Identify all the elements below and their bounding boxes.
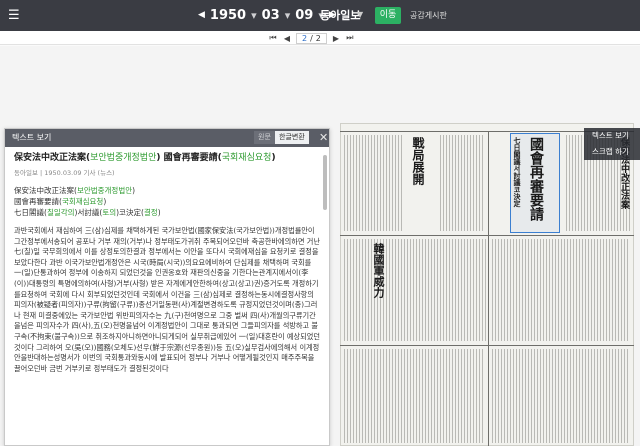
prev-date-icon[interactable]: ◀ bbox=[198, 6, 205, 24]
sub-part: 七日閣議( bbox=[14, 208, 47, 217]
article-subheadings: 保安法中改正法案(보안법중개정법안) 國會再審要請(국회재심요청) 七日閣議(칠… bbox=[14, 185, 320, 218]
newspaper-select[interactable]: 동아일보 bbox=[320, 7, 360, 23]
month-select[interactable]: 03 bbox=[262, 8, 280, 23]
sub-part: ) bbox=[103, 197, 107, 206]
menu-item-scrap[interactable]: 스크랩 하기 bbox=[584, 144, 640, 160]
sub-part: 토의 bbox=[102, 208, 117, 217]
year-select[interactable]: 1950 bbox=[210, 8, 246, 23]
total-pages: 2 bbox=[315, 33, 321, 43]
panel-body[interactable]: 保安法中改正法案(보안법중개정법안) 國會再審要請(국회재심요청) 동아일보 |… bbox=[5, 148, 329, 445]
scan-rule bbox=[488, 131, 489, 446]
headline-part: 보안법중개정법안 bbox=[90, 153, 157, 163]
headline-part: 保安法中改正法案( bbox=[14, 153, 91, 163]
scan-text-column bbox=[344, 135, 404, 231]
sub-part: 보안법중개정법안 bbox=[76, 186, 133, 195]
date-selector: ◀ 1950 ▾ 03 ▾ 09 ▾ ▶ bbox=[198, 6, 336, 24]
sub-part: 결정 bbox=[143, 208, 158, 217]
close-icon[interactable]: ✕ bbox=[319, 131, 328, 144]
article-meta: 동아일보 | 1950.03.09 기사 (뉴스) bbox=[14, 169, 115, 177]
scan-rule bbox=[340, 345, 634, 346]
subheading-line: 七日閣議(칠일각의)서討議(토의)코決定(결정) bbox=[14, 207, 320, 218]
scan-text-column bbox=[344, 239, 486, 341]
subheading-line: 保安法中改正法案(보안법중개정법안) bbox=[14, 185, 320, 196]
current-page: 2 bbox=[302, 33, 308, 43]
notice-board-link[interactable]: 공감게시판 bbox=[410, 10, 447, 21]
chevron-down-icon: ▾ bbox=[251, 8, 257, 22]
scan-rule bbox=[340, 235, 634, 236]
scan-text-column bbox=[440, 135, 484, 231]
page-navigation-bar: ⏮ ◀ 2 / 2 ▶ ⏭ bbox=[0, 31, 640, 45]
prev-page-icon[interactable]: ◀ bbox=[282, 34, 292, 43]
day-select[interactable]: 09 bbox=[295, 8, 313, 23]
page-indicator[interactable]: 2 / 2 bbox=[296, 32, 327, 44]
move-button[interactable]: 이동 bbox=[375, 7, 401, 24]
last-page-icon[interactable]: ⏭ bbox=[345, 33, 355, 43]
headline-part: 국회재심요청 bbox=[221, 153, 272, 163]
article-headline: 保安法中改正法案(보안법중개정법안) 國會再審要請(국회재심요청) bbox=[14, 152, 320, 165]
panel-header: 텍스트 보기 원문 한글변환 ✕ bbox=[5, 129, 329, 147]
panel-title: 텍스트 보기 bbox=[12, 133, 52, 142]
hamburger-icon[interactable]: ☰ bbox=[8, 8, 28, 23]
sub-part: 保安法中改正法案( bbox=[14, 186, 77, 195]
subheading-line: 國會再審要請(국회재심요청) bbox=[14, 196, 320, 207]
scan-text-column bbox=[492, 239, 630, 341]
page-separator: / bbox=[310, 33, 313, 43]
menu-item-text-view[interactable]: 텍스트 보기 bbox=[584, 128, 640, 144]
scan-text-column bbox=[344, 349, 484, 443]
scan-headline: 戰局展開 bbox=[411, 137, 425, 185]
article-body: 과반국회에서 재심하여 三(삼)심제를 채택하게된 국가보안법(國家保安法(국가… bbox=[14, 226, 320, 373]
top-bar: ☰ ◀ 1950 ▾ 03 ▾ 09 ▾ ▶ 동아일보 ▼ 이동 공감게시판 bbox=[0, 0, 640, 31]
first-page-icon[interactable]: ⏮ bbox=[268, 33, 278, 43]
pager: ⏮ ◀ 2 / 2 ▶ ⏭ bbox=[268, 32, 355, 44]
headline-part: ) bbox=[271, 153, 276, 163]
text-view-panel: 텍스트 보기 원문 한글변환 ✕ 保安法中改正法案(보안법중개정법안) 國會再審… bbox=[4, 128, 330, 446]
scan-headline: 韓國軍威力 bbox=[372, 243, 385, 298]
sub-part: 國會再審要請( bbox=[14, 197, 62, 206]
chevron-down-icon: ▾ bbox=[284, 8, 291, 22]
tab-original[interactable]: 원문 bbox=[254, 131, 275, 144]
sub-part: ) bbox=[157, 208, 161, 217]
newspaper-scan-image[interactable]: 保安法中改正法案 國會再審要請 七日閣議서討議코決定 戰局展開 韓國軍威力 bbox=[340, 123, 634, 446]
panel-scrollbar[interactable] bbox=[323, 155, 327, 210]
sub-part: 국회재심요청 bbox=[61, 197, 104, 206]
tab-hangul[interactable]: 한글변환 bbox=[275, 131, 309, 144]
scan-text-column bbox=[492, 349, 630, 443]
sub-part: ) bbox=[132, 186, 136, 195]
scan-headline: 七日閣議서討議코決定 bbox=[513, 137, 522, 207]
headline-part: ) 國會再審要請( bbox=[156, 153, 222, 163]
next-page-icon[interactable]: ▶ bbox=[331, 34, 341, 43]
chevron-down-icon: ▼ bbox=[357, 10, 364, 19]
scan-headline: 國會再審要請 bbox=[528, 137, 544, 221]
sub-part: 칠일각의 bbox=[46, 208, 75, 217]
sub-part: )서討議( bbox=[74, 208, 103, 217]
scan-context-menu: 텍스트 보기 스크랩 하기 bbox=[584, 128, 640, 160]
sub-part: )코決定( bbox=[116, 208, 144, 217]
